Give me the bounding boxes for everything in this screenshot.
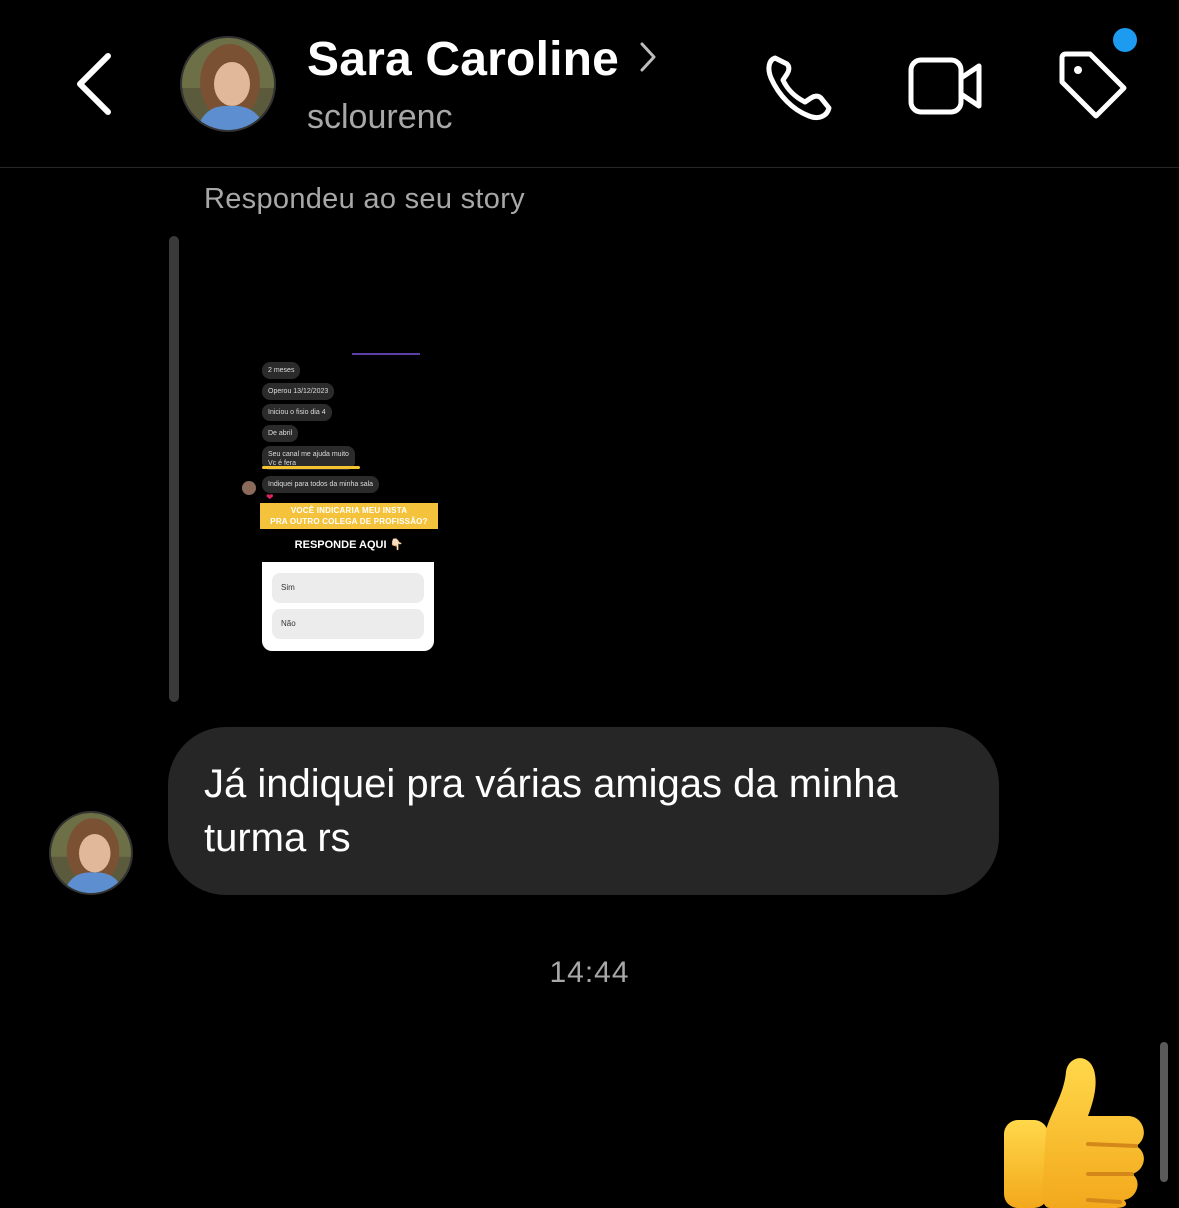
contact-name: Sara Caroline <box>307 33 620 86</box>
video-call-button[interactable] <box>907 50 982 122</box>
poll-option: Sim <box>272 573 424 603</box>
chat-header: Sara Caroline sclourenc <box>0 0 1179 168</box>
story-question-line: VOCÊ INDICARIA MEU INSTA <box>290 506 408 515</box>
story-mini-avatar <box>242 481 256 495</box>
tag-icon <box>1059 51 1127 119</box>
story-prompt: RESPONDE AQUI 👇🏻 <box>294 539 404 551</box>
call-button[interactable] <box>763 50 835 122</box>
contact-username: sclourenc <box>307 98 453 136</box>
story-reply-caption: Respondeu ao seu story <box>204 183 525 215</box>
story-thumbnail[interactable]: 2 meses Operou 13/12/2023 Iniciou o fisi… <box>236 340 446 658</box>
scrollbar[interactable] <box>1160 1042 1168 1182</box>
story-bubble: 2 meses <box>262 362 301 379</box>
back-button[interactable] <box>70 48 120 120</box>
story-poll: Sim Não <box>262 562 434 651</box>
phone-icon <box>766 55 832 121</box>
dm-thread-screen: Sara Caroline sclourenc Respondeu ao seu… <box>0 0 1179 1208</box>
contact-name-row[interactable]: Sara Caroline <box>307 32 659 87</box>
heart-icon: ❤ <box>266 492 274 502</box>
story-highlight-underline <box>262 466 360 469</box>
sender-avatar[interactable] <box>49 811 133 895</box>
poll-option: Não <box>272 609 424 639</box>
tag-button[interactable] <box>1056 50 1128 122</box>
story-bubble: Indiquei para todos da minha sala <box>262 476 380 493</box>
message-timestamp: 14:44 <box>549 956 630 989</box>
story-question-box: VOCÊ INDICARIA MEU INSTA PRA OUTRO COLEG… <box>260 503 438 529</box>
story-bubble: Operou 13/12/2023 <box>262 383 335 400</box>
reply-quote-bar <box>169 236 179 702</box>
story-bubble: De abril <box>262 425 299 442</box>
notification-dot <box>1113 28 1137 52</box>
message-bubble[interactable]: Já indiquei pra várias amigas da minha t… <box>168 727 999 895</box>
video-camera-icon <box>908 57 982 115</box>
avatar[interactable] <box>180 36 276 132</box>
story-bubble: Iniciou o fisio dia 4 <box>262 404 332 421</box>
story-question-line: PRA OUTRO COLEGA DE PROFISSÃO? <box>270 517 428 526</box>
back-icon <box>77 53 111 115</box>
chevron-right-icon <box>640 42 656 71</box>
thumbs-up-icon[interactable] <box>990 1050 1160 1208</box>
story-progress-line <box>352 353 420 355</box>
story-bubble-line: Seu canal me ajuda muito <box>268 451 349 458</box>
